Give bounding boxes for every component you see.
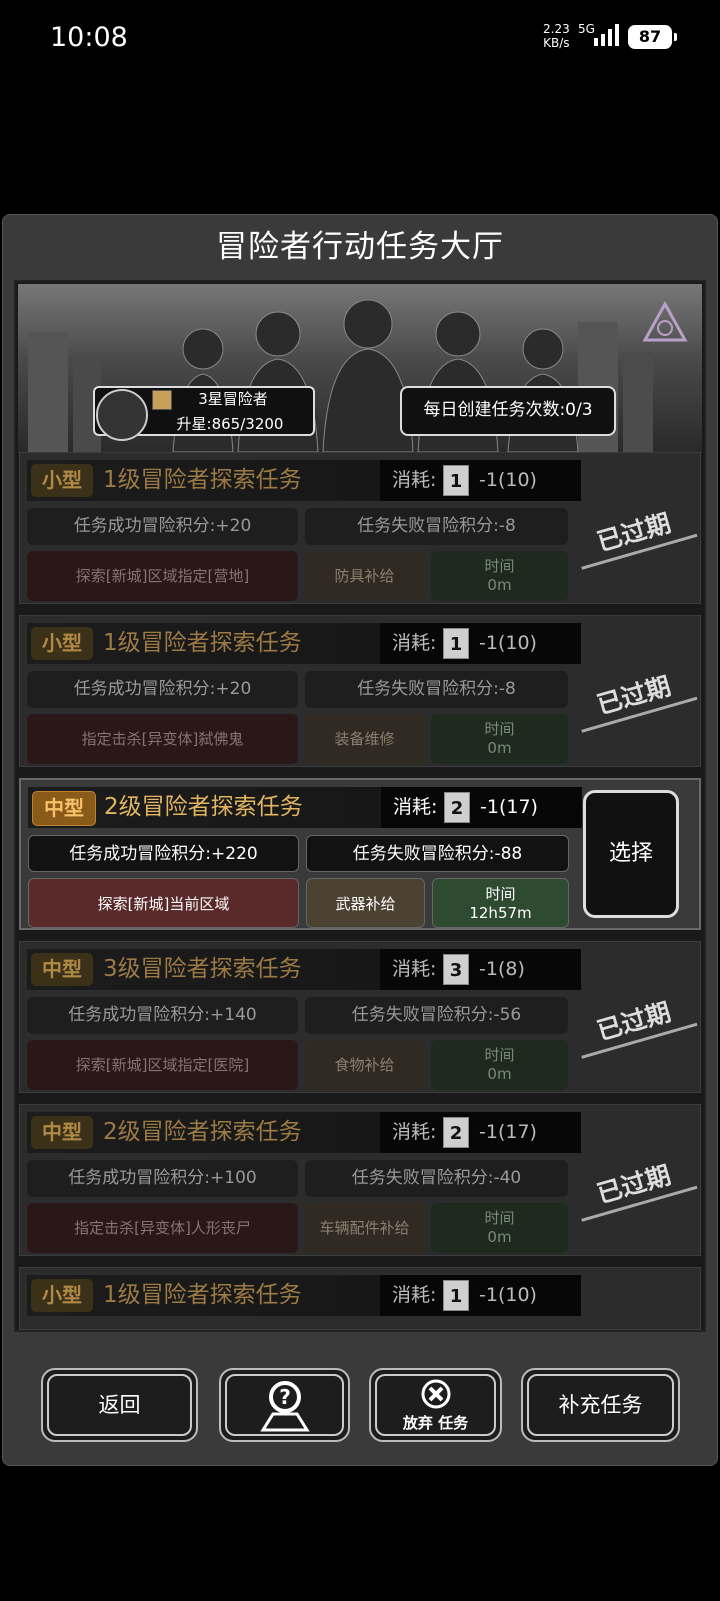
task-size-badge: 中型 (31, 953, 93, 986)
level-card-icon: 1 (443, 1280, 469, 1311)
task-target: 探索[新城]区域指定[医院] (27, 1040, 298, 1090)
expired-stamp: 已过期 (573, 657, 694, 736)
success-points: 任务成功冒险积分:+140 (27, 997, 298, 1034)
task-target: 指定击杀[异变体]弑佛鬼 (27, 714, 298, 764)
task-reward: 车辆配件补给 (305, 1203, 424, 1253)
task-card[interactable]: 小型 1级冒险者探索任务 消耗: 1 -1(10) (19, 1267, 701, 1330)
network-type: 5G (578, 22, 595, 36)
task-target: 指定击杀[异变体]人形丧尸 (27, 1203, 298, 1253)
fail-points: 任务失败冒险积分:-56 (305, 997, 568, 1034)
task-cost: 消耗: 1 -1(10) (380, 1275, 581, 1316)
fail-points: 任务失败冒险积分:-40 (305, 1160, 568, 1197)
abandon-task-button[interactable]: 放弃 任务 (369, 1368, 502, 1442)
star-progress: 升星:865/3200 (176, 415, 284, 433)
task-size-badge: 小型 (31, 627, 93, 660)
abandon-task-label: 放弃 任务 (402, 1414, 469, 1432)
select-task-button[interactable]: 选择 (583, 790, 679, 918)
status-time: 10:08 (50, 22, 128, 53)
faction-emblem-icon (642, 300, 688, 342)
task-name: 1级冒险者探索任务 (103, 467, 302, 493)
task-cost: 消耗: 2 -1(17) (381, 787, 582, 828)
level-card-icon: 1 (443, 465, 469, 496)
fail-points: 任务失败冒险积分:-88 (306, 835, 569, 872)
signal-icon (594, 24, 619, 46)
back-button[interactable]: 返回 (41, 1368, 198, 1442)
task-reward: 武器补给 (306, 878, 425, 928)
level-card-icon: 2 (444, 792, 470, 823)
level-card-icon: 2 (443, 1117, 469, 1148)
success-points: 任务成功冒险积分:+20 (27, 508, 298, 545)
success-points: 任务成功冒险积分:+100 (27, 1160, 298, 1197)
task-cost: 消耗: 2 -1(17) (380, 1112, 581, 1153)
expired-stamp: 已过期 (573, 494, 694, 573)
task-name: 2级冒险者探索任务 (103, 1119, 302, 1145)
close-circle-icon (421, 1379, 451, 1409)
page-title: 冒险者行动任务大厅 (216, 229, 504, 265)
player-avatar[interactable] (96, 389, 148, 441)
level-card-icon: 1 (443, 628, 469, 659)
task-reward: 装备维修 (305, 714, 424, 764)
task-card[interactable]: 小型 1级冒险者探索任务 消耗: 1 -1(10) 任务成功冒险积分:+20 任… (19, 615, 701, 767)
task-size-badge: 小型 (31, 464, 93, 497)
player-rank: 3星冒险者 (198, 390, 268, 408)
network-speed: 2.23 KB/s (543, 22, 570, 50)
task-name: 2级冒险者探索任务 (104, 794, 303, 820)
task-size-badge: 中型 (31, 1116, 93, 1149)
task-name: 1级冒险者探索任务 (103, 630, 302, 656)
fail-points: 任务失败冒险积分:-8 (305, 508, 568, 545)
task-target: 探索[新城]区域指定[营地] (27, 551, 298, 601)
add-task-button[interactable]: 补充任务 (521, 1368, 680, 1442)
task-time: 时间 0m (431, 714, 568, 764)
task-time: 时间 0m (431, 1203, 568, 1253)
daily-task-limit: 每日创建任务次数:0/3 (400, 386, 616, 436)
svg-text:?: ? (279, 1385, 291, 1409)
success-points: 任务成功冒险积分:+220 (28, 835, 299, 872)
task-card[interactable]: 小型 1级冒险者探索任务 消耗: 1 -1(10) 任务成功冒险积分:+20 任… (19, 452, 701, 604)
task-card[interactable]: 中型 3级冒险者探索任务 消耗: 3 -1(8) 任务成功冒险积分:+140 任… (19, 941, 701, 1093)
task-cost: 消耗: 1 -1(10) (380, 460, 581, 501)
expired-stamp: 已过期 (573, 983, 694, 1062)
task-time: 时间 0m (431, 551, 568, 601)
fail-points: 任务失败冒险积分:-8 (305, 671, 568, 708)
expired-stamp: 已过期 (573, 1146, 694, 1225)
help-button[interactable]: ? (219, 1368, 350, 1442)
task-cost: 消耗: 1 -1(10) (380, 623, 581, 664)
level-card-icon: 3 (443, 954, 469, 985)
task-reward: 食物补给 (305, 1040, 424, 1090)
success-points: 任务成功冒险积分:+20 (27, 671, 298, 708)
battery-indicator: 87 (628, 25, 677, 49)
task-target: 探索[新城]当前区域 (28, 878, 299, 928)
task-cost: 消耗: 3 -1(8) (380, 949, 581, 990)
task-size-badge: 中型 (32, 791, 96, 826)
task-reward: 防具补给 (305, 551, 424, 601)
task-name: 1级冒险者探索任务 (103, 1282, 302, 1308)
task-time: 时间 0m (431, 1040, 568, 1090)
question-map-icon: ? (260, 1381, 310, 1432)
task-card-active[interactable]: 中型 2级冒险者探索任务 消耗: 2 -1(17) 任务成功冒险积分:+220 … (19, 778, 701, 930)
task-size-badge: 小型 (31, 1279, 93, 1312)
task-name: 3级冒险者探索任务 (103, 956, 302, 982)
task-time: 时间 12h57m (432, 878, 569, 928)
rank-badge-icon (152, 390, 172, 410)
task-card[interactable]: 中型 2级冒险者探索任务 消耗: 2 -1(17) 任务成功冒险积分:+100 … (19, 1104, 701, 1256)
